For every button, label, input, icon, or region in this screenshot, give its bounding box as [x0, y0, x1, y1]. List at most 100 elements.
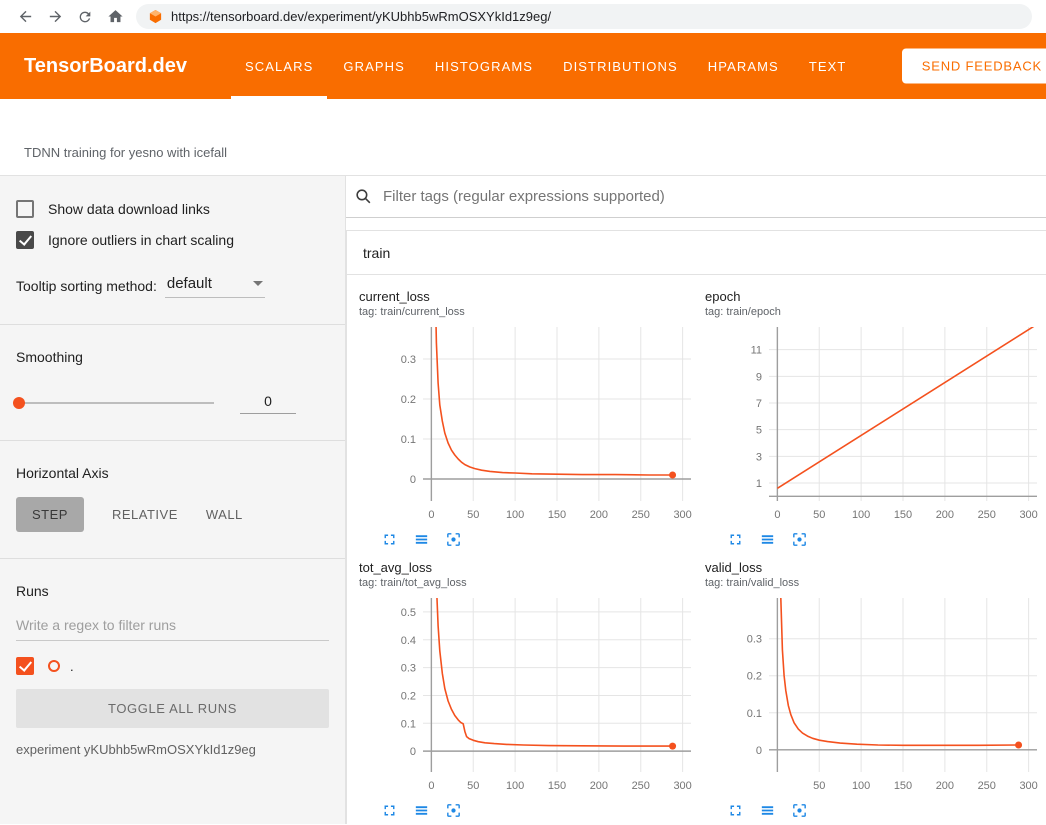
- chart-tag: tag: train/valid_loss: [705, 577, 1045, 589]
- expand-icon[interactable]: [727, 802, 744, 819]
- line-chart-valid-loss[interactable]: 5010015020025030000.10.20.3: [705, 593, 1045, 798]
- url-text[interactable]: https://tensorboard.dev/experiment/yKUbh…: [171, 9, 551, 24]
- svg-text:300: 300: [673, 780, 691, 792]
- toggle-all-runs-button[interactable]: TOGGLE ALL RUNS: [16, 689, 329, 728]
- sidebar-divider: [0, 558, 345, 559]
- line-chart-epoch[interactable]: 0501001502002503001357911: [705, 322, 1045, 527]
- chevron-down-icon: [253, 281, 263, 286]
- back-icon[interactable]: [10, 4, 40, 30]
- axis-step-button[interactable]: STEP: [16, 497, 84, 532]
- tab-graphs[interactable]: GRAPHS: [343, 33, 405, 99]
- tab-distributions[interactable]: DISTRIBUTIONS: [563, 33, 678, 99]
- ignore-outliers-checkbox[interactable]: [16, 231, 34, 249]
- chart-card-valid-loss: valid_loss tag: train/valid_loss 50 100 15…: [699, 560, 1045, 819]
- svg-text:9: 9: [756, 371, 762, 383]
- settings-sidebar: Show data download links Ignore outliers…: [0, 176, 346, 824]
- search-icon: [354, 187, 373, 206]
- tab-scalars[interactable]: SCALARS: [245, 33, 313, 99]
- svg-text:100: 100: [506, 509, 524, 521]
- svg-text:11: 11: [751, 345, 762, 357]
- smoothing-slider-thumb[interactable]: [13, 397, 25, 409]
- svg-text:300: 300: [673, 509, 691, 521]
- filter-tags-input[interactable]: [383, 188, 1046, 205]
- svg-text:150: 150: [548, 509, 566, 521]
- browser-toolbar: https://tensorboard.dev/experiment/yKUbh…: [0, 0, 1046, 33]
- svg-text:300: 300: [1019, 509, 1037, 521]
- charts-grid: current_loss tag: train/current_loss 050…: [347, 275, 1046, 819]
- center-focus-icon[interactable]: [791, 802, 808, 819]
- svg-text:250: 250: [632, 780, 650, 792]
- sidebar-divider: [0, 440, 345, 441]
- smoothing-slider[interactable]: [16, 402, 214, 404]
- runs-filter-input[interactable]: [16, 615, 329, 641]
- svg-text:0: 0: [428, 780, 434, 792]
- expand-icon[interactable]: [727, 531, 744, 548]
- center-focus-icon[interactable]: [791, 531, 808, 548]
- tooltip-sorting-select[interactable]: default: [165, 273, 265, 298]
- chart-card-tot-avg-loss: tot_avg_loss tag: train/tot_avg_loss 050…: [353, 560, 699, 819]
- svg-text:50: 50: [813, 509, 825, 521]
- show-download-links-checkbox[interactable]: [16, 200, 34, 218]
- address-bar[interactable]: https://tensorboard.dev/experiment/yKUbh…: [136, 4, 1032, 29]
- svg-text:50: 50: [813, 780, 825, 792]
- svg-text:0: 0: [774, 509, 780, 521]
- svg-text:7: 7: [756, 398, 762, 410]
- smoothing-label: Smoothing: [16, 349, 329, 365]
- expand-icon[interactable]: [381, 802, 398, 819]
- chart-title: current_loss: [359, 289, 699, 304]
- show-download-links-row[interactable]: Show data download links: [16, 200, 329, 218]
- chart-title: epoch: [705, 289, 1045, 304]
- svg-text:0.3: 0.3: [401, 354, 416, 366]
- horizontal-lines-icon[interactable]: [759, 802, 776, 819]
- center-focus-icon[interactable]: [445, 802, 462, 819]
- send-feedback-button[interactable]: SEND FEEDBACK: [902, 49, 1046, 84]
- svg-text:50: 50: [467, 509, 479, 521]
- svg-text:150: 150: [548, 780, 566, 792]
- smoothing-value-input[interactable]: [240, 391, 296, 414]
- chart-tag: tag: train/tot_avg_loss: [359, 577, 699, 589]
- chart-toolbar: [359, 802, 699, 819]
- line-chart-tot-avg-loss[interactable]: 05010015020025030000.10.20.30.40.5: [359, 593, 699, 798]
- tag-group-label: train: [363, 245, 390, 261]
- svg-text:0.2: 0.2: [747, 671, 762, 683]
- axis-relative-button[interactable]: RELATIVE: [112, 507, 178, 522]
- ignore-outliers-row[interactable]: Ignore outliers in chart scaling: [16, 231, 329, 249]
- svg-text:250: 250: [978, 509, 996, 521]
- chart-title: tot_avg_loss: [359, 560, 699, 575]
- svg-text:0: 0: [756, 745, 762, 757]
- tag-group-card: train current_loss tag: train/current_lo…: [346, 230, 1046, 824]
- horizontal-lines-icon[interactable]: [759, 531, 776, 548]
- center-focus-icon[interactable]: [445, 531, 462, 548]
- run-name: .: [70, 659, 74, 674]
- svg-text:100: 100: [852, 780, 870, 792]
- svg-text:1: 1: [756, 478, 762, 490]
- tab-hparams[interactable]: HPARAMS: [708, 33, 779, 99]
- home-icon[interactable]: [100, 4, 130, 30]
- refresh-icon[interactable]: [70, 4, 100, 30]
- run-checkbox[interactable]: [16, 657, 34, 675]
- tooltip-sorting-label: Tooltip sorting method:: [16, 278, 157, 294]
- horizontal-axis-toggle: STEP RELATIVE WALL: [16, 497, 329, 532]
- svg-text:0.1: 0.1: [401, 434, 416, 446]
- experiment-subheader: TDNN training for yesno with icefall: [0, 99, 1046, 176]
- svg-text:0.5: 0.5: [401, 607, 416, 619]
- app-title: TensorBoard.dev: [24, 55, 187, 78]
- chart-tag: tag: train/epoch: [705, 306, 1045, 318]
- svg-text:150: 150: [894, 780, 912, 792]
- chart-title: valid_loss: [705, 560, 1045, 575]
- svg-text:150: 150: [894, 509, 912, 521]
- forward-icon[interactable]: [40, 4, 70, 30]
- run-list-item[interactable]: .: [16, 657, 329, 675]
- tab-histograms[interactable]: HISTOGRAMS: [435, 33, 533, 99]
- horizontal-lines-icon[interactable]: [413, 802, 430, 819]
- line-chart-current-loss[interactable]: 05010015020025030000.10.20.3: [359, 322, 699, 527]
- tab-text[interactable]: TEXT: [809, 33, 847, 99]
- tag-group-header[interactable]: train: [347, 231, 1046, 275]
- svg-text:0.1: 0.1: [401, 718, 416, 730]
- svg-text:0.1: 0.1: [747, 708, 762, 720]
- axis-wall-button[interactable]: WALL: [206, 507, 243, 522]
- svg-text:5: 5: [756, 425, 762, 437]
- horizontal-lines-icon[interactable]: [413, 531, 430, 548]
- expand-icon[interactable]: [381, 531, 398, 548]
- svg-text:300: 300: [1019, 780, 1037, 792]
